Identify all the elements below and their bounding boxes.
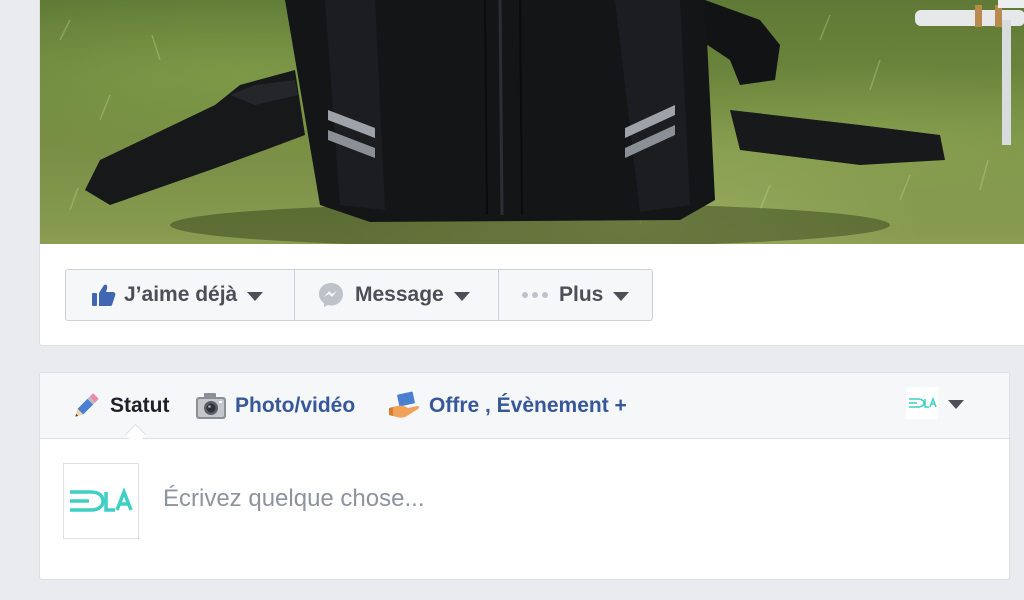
cover-photo-illustration <box>59 0 1024 244</box>
cover-card: J’aime déjà Message Plus <box>39 0 1024 346</box>
page-logo-small <box>906 387 938 419</box>
ellipsis-icon <box>521 291 549 299</box>
page-identity-switcher[interactable] <box>906 387 964 419</box>
caret-down-icon <box>613 291 630 301</box>
like-button-label: J’aime déjà <box>124 283 238 306</box>
tab-offer-event[interactable]: Offre , Évènement + <box>387 389 627 423</box>
thumbs-up-icon <box>90 282 116 308</box>
page-actions: J’aime déjà Message Plus <box>65 269 653 321</box>
cover-photo[interactable] <box>40 0 1024 244</box>
messenger-icon <box>317 281 345 309</box>
post-text-input[interactable]: Écrivez quelque chose... <box>163 485 424 513</box>
pencil-icon <box>70 390 102 422</box>
page-avatar <box>63 463 139 539</box>
tab-photo-video-label: Photo/vidéo <box>235 394 356 417</box>
tab-offer-event-label: Offre , Évènement + <box>429 394 627 417</box>
tab-status-label: Statut <box>110 394 170 417</box>
tab-status[interactable]: Statut <box>70 389 170 423</box>
like-button[interactable]: J’aime déjà <box>65 269 295 321</box>
composer-tabs: Statut Photo/vidéo Offre , Évènement + <box>40 373 1009 439</box>
message-button-label: Message <box>355 283 444 306</box>
message-button[interactable]: Message <box>294 269 499 321</box>
tab-photo-video[interactable]: Photo/vidéo <box>195 389 355 423</box>
composer-body: Écrivez quelque chose... <box>40 439 1009 579</box>
more-button-label: Plus <box>559 283 604 306</box>
caret-down-icon <box>948 399 964 409</box>
more-button[interactable]: Plus <box>498 269 653 321</box>
caret-down-icon <box>453 291 470 301</box>
hand-offer-icon <box>387 391 421 421</box>
caret-down-icon <box>247 291 264 301</box>
camera-icon <box>195 391 227 421</box>
post-composer: Statut Photo/vidéo Offre , Évènement + É… <box>39 372 1010 580</box>
